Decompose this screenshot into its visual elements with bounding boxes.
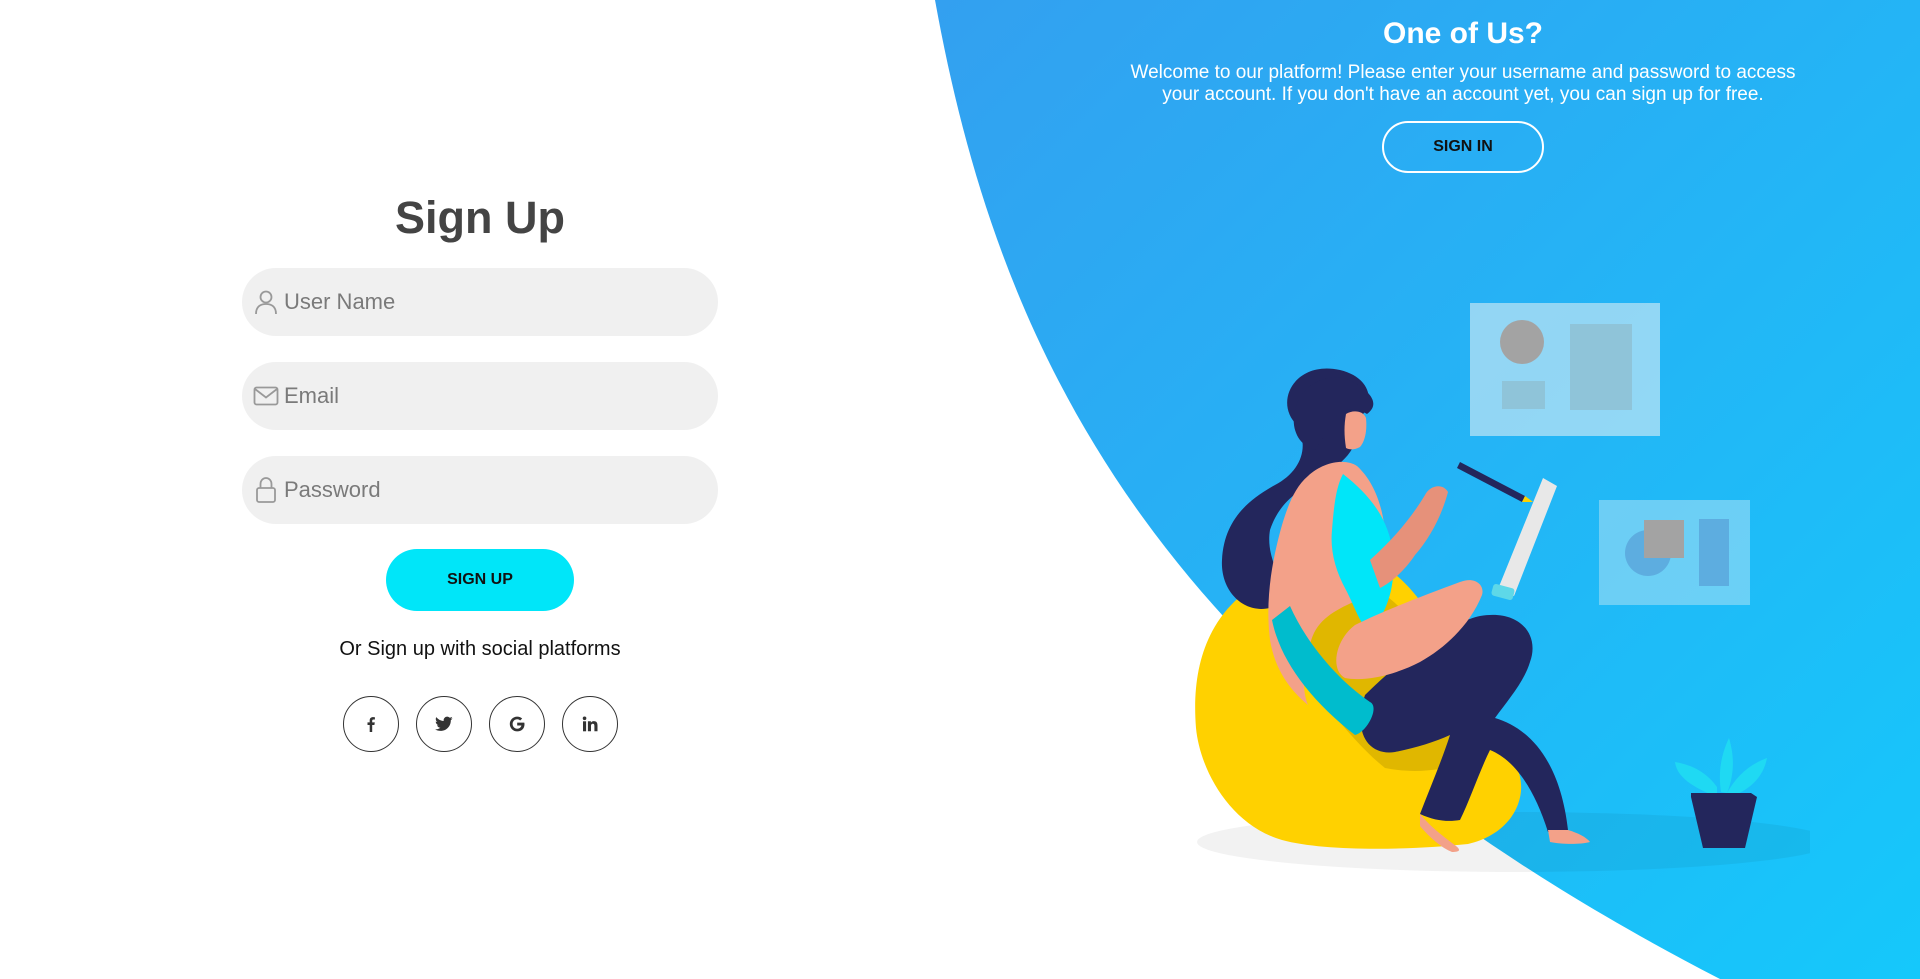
- woman-reading-illustration: [1195, 303, 1810, 872]
- welcome-panel: One of Us? Welcome to our platform! Plea…: [1090, 14, 1836, 173]
- user-icon: [252, 288, 280, 316]
- pen: [1457, 462, 1525, 502]
- lock-icon: [252, 476, 280, 504]
- wall-picture-small: [1599, 500, 1750, 605]
- social-buttons: [342, 696, 618, 752]
- wall-picture-large: [1470, 303, 1660, 436]
- form-title: Sign Up: [395, 192, 565, 243]
- username-field[interactable]: [242, 268, 718, 336]
- signup-button[interactable]: SIGN UP: [386, 549, 574, 611]
- twitter-button[interactable]: [415, 696, 472, 752]
- signin-button[interactable]: SIGN IN: [1382, 121, 1544, 173]
- facebook-icon: [367, 717, 375, 732]
- mail-icon: [252, 382, 280, 410]
- signup-form: Sign Up User Name Email SIGN UP Or Sign …: [242, 190, 718, 752]
- email-field[interactable]: [242, 362, 718, 430]
- twitter-icon: [434, 716, 453, 731]
- password-input[interactable]: [284, 456, 718, 524]
- username-input[interactable]: [284, 268, 718, 336]
- password-field[interactable]: [242, 456, 718, 524]
- google-icon: [509, 716, 524, 732]
- signup-page: Sign Up User Name Email SIGN UP Or Sign …: [0, 0, 1920, 979]
- panel-text: Welcome to our platform! Please enter yo…: [1130, 62, 1796, 105]
- linkedin-button[interactable]: [561, 696, 618, 752]
- facebook-button[interactable]: [342, 696, 399, 752]
- email-input[interactable]: [284, 362, 718, 430]
- face: [1344, 411, 1367, 450]
- google-button[interactable]: [488, 696, 545, 752]
- social-caption: Or Sign up with social platforms: [339, 638, 621, 660]
- tablet: [1498, 478, 1557, 596]
- linkedin-icon: [582, 716, 597, 732]
- panel-title: One of Us?: [1382, 17, 1543, 50]
